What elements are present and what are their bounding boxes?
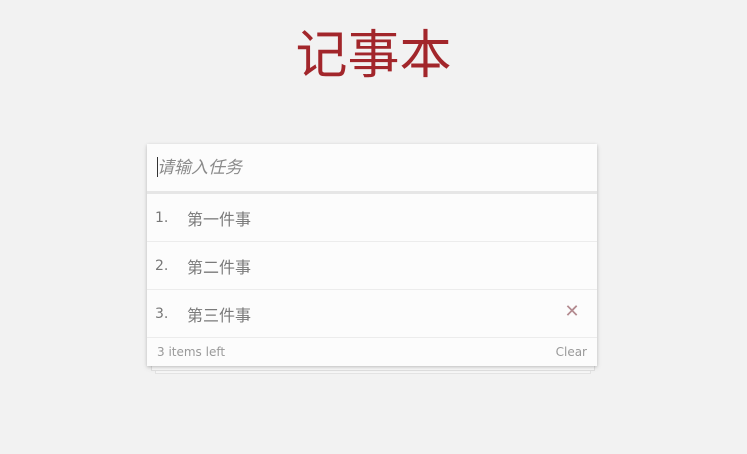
todo-footer: 3 items left Clear [147, 338, 597, 365]
todo-text: 第三件事 [187, 305, 252, 325]
close-icon: ✕ [564, 301, 580, 322]
todo-item[interactable]: 2. 第二件事 [147, 242, 597, 290]
todo-index: 2. [155, 257, 169, 274]
items-left-count: 3 items left [157, 345, 226, 359]
todo-item[interactable]: 1. 第一件事 [147, 194, 597, 242]
todo-index: 3. [155, 305, 169, 322]
new-task-input[interactable] [147, 144, 597, 191]
todo-card: 1. 第一件事 2. 第二件事 3. 第三件事 ✕ 3 items left C… [147, 144, 597, 366]
clear-button[interactable]: Clear [556, 345, 587, 359]
todo-text: 第一件事 [187, 209, 252, 229]
app-title: 记事本 [295, 26, 452, 86]
new-task-field-wrapper [147, 144, 597, 194]
delete-item-button[interactable]: ✕ [563, 303, 581, 321]
todo-index: 1. [155, 209, 169, 226]
todo-list: 1. 第一件事 2. 第二件事 3. 第三件事 ✕ [147, 194, 597, 338]
todo-item[interactable]: 3. 第三件事 ✕ [147, 290, 597, 338]
todo-text: 第二件事 [187, 257, 252, 277]
text-caret [157, 157, 158, 177]
